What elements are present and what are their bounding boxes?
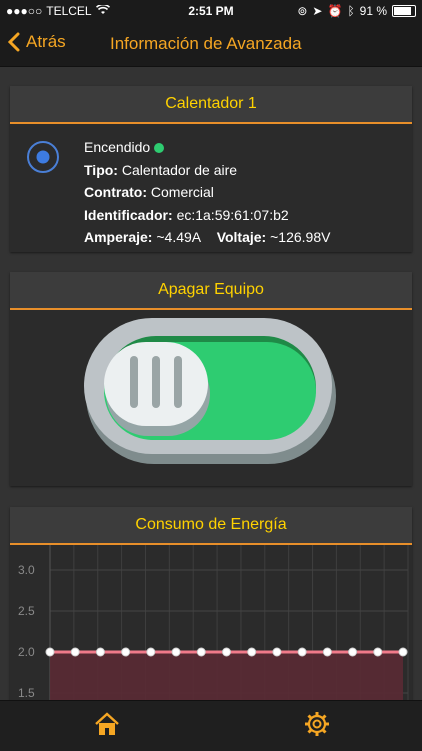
status-right: ⊚ ➤ ⏰ ᛒ 91 % [297, 4, 416, 18]
data-point [373, 647, 383, 657]
y-tick-label: 3.0 [18, 563, 35, 577]
contract-label: Contrato: [84, 184, 147, 200]
nav-bar: Atrás Información de Avanzada [0, 22, 422, 67]
home-icon [95, 712, 119, 735]
type-value: Calentador de aire [121, 161, 238, 178]
amp-label: Amperaje: [84, 229, 153, 245]
lock-rotation-icon: ⊚ [297, 4, 308, 18]
data-point [171, 647, 181, 657]
amp-value: ~4.49A [156, 229, 202, 245]
type-label: Tipo: [84, 161, 118, 178]
data-point [297, 647, 307, 657]
id-value: ec:1a:59:61:07:b2 [176, 206, 289, 223]
device-card-title: Calentador 1 [10, 86, 412, 124]
energy-card-title: Consumo de Energía [10, 507, 412, 545]
contract-line: Contrato: Comercial [84, 181, 330, 204]
data-point [272, 647, 282, 657]
y-tick-label: 1.5 [18, 686, 35, 700]
tab-bar [0, 700, 422, 751]
power-card: Apagar Equipo [10, 272, 412, 486]
status-bar: ●●●○○ TELCEL 2:51 PM ⊚ ➤ ⏰ ᛒ 91 % [0, 0, 422, 22]
type-line: Tipo: Calentador de aire [84, 159, 330, 182]
device-status-icon [26, 140, 60, 179]
gear-icon [305, 712, 329, 736]
id-line: Identificador: ec:1a:59:61:07:b2 [84, 204, 330, 227]
data-point [95, 647, 105, 657]
volt-label: Voltaje: [216, 229, 267, 245]
power-switch[interactable] [82, 316, 338, 473]
data-point [348, 647, 358, 657]
volt-value: ~126.98V [270, 229, 331, 245]
data-point [121, 647, 131, 657]
y-tick-label: 2.0 [18, 645, 35, 659]
chevron-left-icon [8, 32, 20, 52]
alarm-icon: ⏰ [327, 4, 343, 18]
location-icon: ➤ [312, 4, 323, 18]
switch-grip-icon [130, 356, 138, 408]
back-button[interactable]: Atrás [8, 32, 66, 52]
battery-icon [392, 5, 416, 17]
data-point [322, 647, 332, 657]
bluetooth-icon: ᛒ [347, 4, 355, 18]
data-point [196, 647, 206, 657]
power-line: Amperaje: ~4.49A Voltaje: ~126.98V [84, 226, 330, 249]
data-point [45, 647, 55, 657]
tab-settings[interactable] [304, 711, 330, 742]
data-point [70, 647, 80, 657]
device-info: Encendido Tipo: Calentador de aire Contr… [84, 136, 330, 249]
series-area [50, 652, 403, 705]
data-point [222, 647, 231, 657]
contract-value: Comercial [150, 184, 214, 200]
device-card: Calentador 1 Encendido Tipo: Calentador … [10, 86, 412, 252]
id-label: Identificador: [84, 206, 173, 223]
battery-percent: 91 % [359, 4, 387, 18]
data-point [146, 647, 156, 657]
data-point [398, 647, 408, 657]
back-label: Atrás [26, 32, 66, 51]
tab-home[interactable] [94, 711, 120, 742]
y-tick-label: 2.5 [18, 604, 35, 618]
status-dot-icon [154, 143, 165, 154]
power-card-title: Apagar Equipo [10, 272, 412, 310]
status-text: Encendido [84, 139, 151, 155]
data-point [247, 647, 257, 657]
status-line: Encendido [84, 136, 330, 159]
energy-card: Consumo de Energía 3.0 2.5 2.0 1.5 [10, 507, 412, 707]
energy-chart: 3.0 2.5 2.0 1.5 [18, 545, 409, 705]
page-title: Información de Avanzada [110, 34, 302, 53]
